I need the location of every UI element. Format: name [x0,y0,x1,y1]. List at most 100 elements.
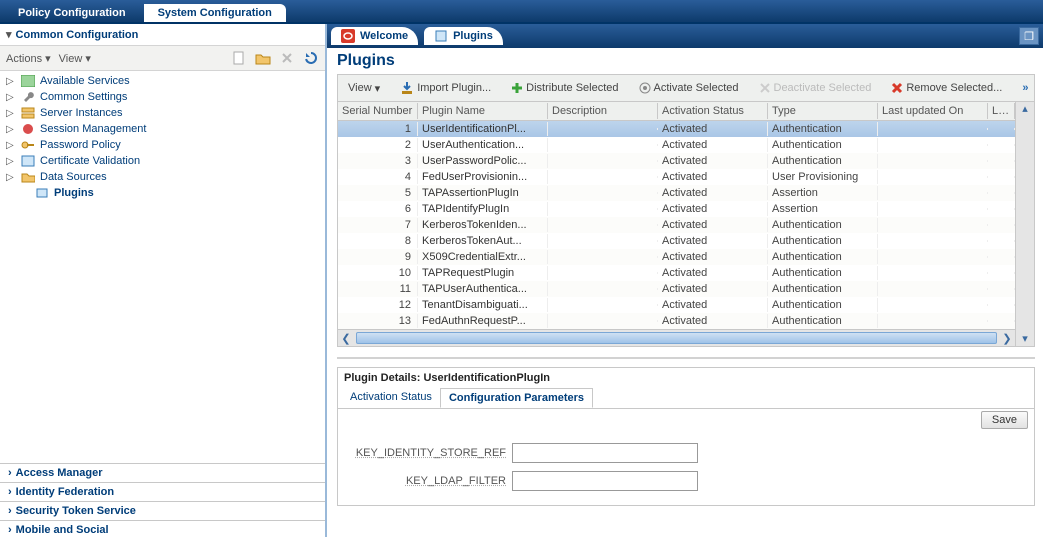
tab-activation-status[interactable]: Activation Status [342,388,440,408]
tab-policy-configuration[interactable]: Policy Configuration [4,4,140,22]
cell-act: Activated [658,250,768,264]
tab-system-configuration[interactable]: System Configuration [144,4,286,22]
cell-desc [548,128,658,130]
col-description[interactable]: Description [548,103,658,119]
tree-common-settings[interactable]: ▷Common Settings [0,89,325,105]
import-plugin-button[interactable]: Import Plugin... [394,79,497,97]
cell-sn: 12 [338,298,418,312]
param-ldap-filter: KEY_LDAP_FILTER [346,471,1026,491]
plugins-grid: View ▾ Import Plugin... Distribute Selec… [337,74,1035,347]
table-row[interactable]: 6TAPIdentifyPlugInActivatedAssertion [338,201,1015,217]
scroll-thumb[interactable] [356,332,997,344]
table-row[interactable]: 1UserIdentificationPl...ActivatedAuthent… [338,121,1015,137]
col-last-updated-on[interactable]: Last updated On [878,103,988,119]
server-icon [20,106,36,120]
cell-type: Assertion [768,202,878,216]
sidebar-toolbar: Actions ▾ View ▾ [0,46,325,71]
grid-toolbar: View ▾ Import Plugin... Distribute Selec… [338,75,1034,102]
cell-desc [548,256,658,258]
acc-identity-federation[interactable]: ›Identity Federation [0,482,325,501]
cell-lu2 [988,272,1015,274]
cell-lu2 [988,320,1015,322]
scroll-left-icon[interactable]: ❮ [338,332,354,345]
tree-password-policy[interactable]: ▷Password Policy [0,137,325,153]
tree-certificate-validation[interactable]: ▷Certificate Validation [0,153,325,169]
folder-open-icon[interactable] [253,48,273,68]
col-plugin-name[interactable]: Plugin Name [418,103,548,119]
cell-sn: 3 [338,154,418,168]
table-row[interactable]: 9X509CredentialExtr...ActivatedAuthentic… [338,249,1015,265]
col-last-updated[interactable]: Last updated [988,103,1015,119]
cell-lu2 [988,240,1015,242]
tree-data-sources[interactable]: ▷Data Sources [0,169,325,185]
distribute-selected-button[interactable]: Distribute Selected [505,80,624,96]
sidebar-panel-title[interactable]: ▾ Common Configuration [0,24,325,46]
save-button[interactable]: Save [981,411,1028,429]
cell-name: UserPasswordPolic... [418,154,548,168]
chevron-right-icon: › [8,467,12,479]
horizontal-scrollbar[interactable]: ❮ ❯ [338,329,1015,346]
ldap-filter-input[interactable] [512,471,698,491]
cell-type: Authentication [768,234,878,248]
cell-sn: 7 [338,218,418,232]
col-serial-number[interactable]: Serial Number [338,103,418,119]
delete-icon[interactable] [277,48,297,68]
cell-desc [548,320,658,322]
view-menu[interactable]: View ▾ [57,52,93,65]
table-row[interactable]: 8KerberosTokenAut...ActivatedAuthenticat… [338,233,1015,249]
table-row[interactable]: 12TenantDisambiguati...ActivatedAuthenti… [338,297,1015,313]
col-activation-status[interactable]: Activation Status [658,103,768,119]
deactivate-selected-button[interactable]: Deactivate Selected [753,80,878,96]
cell-type: Assertion [768,186,878,200]
tree-available-services[interactable]: ▷Available Services [0,73,325,89]
col-type[interactable]: Type [768,103,878,119]
cell-sn: 8 [338,234,418,248]
plugin-icon [434,29,448,43]
certificate-icon [20,154,36,168]
table-row[interactable]: 7KerberosTokenIden...ActivatedAuthentica… [338,217,1015,233]
table-row[interactable]: 11TAPUserAuthentica...ActivatedAuthentic… [338,281,1015,297]
scroll-down-icon[interactable]: ▾ [1022,332,1028,346]
cell-sn: 5 [338,186,418,200]
cell-desc [548,304,658,306]
cell-sn: 4 [338,170,418,184]
service-icon [20,74,36,88]
table-row[interactable]: 2UserAuthentication...ActivatedAuthentic… [338,137,1015,153]
tab-configuration-parameters[interactable]: Configuration Parameters [440,388,593,408]
more-actions-icon[interactable]: » [1016,80,1034,96]
grid-view-menu[interactable]: View ▾ [342,80,386,97]
identity-store-ref-input[interactable] [512,443,698,463]
table-row[interactable]: 5TAPAssertionPlugInActivatedAssertion [338,185,1015,201]
acc-access-manager[interactable]: ›Access Manager [0,463,325,482]
cell-type: Authentication [768,266,878,280]
remove-selected-button[interactable]: Remove Selected... [885,80,1008,96]
table-row[interactable]: 10TAPRequestPluginActivatedAuthenticatio… [338,265,1015,281]
cell-type: Authentication [768,122,878,136]
acc-mobile-and-social[interactable]: ›Mobile and Social [0,520,325,537]
cell-type: Authentication [768,154,878,168]
cell-name: TAPRequestPlugin [418,266,548,280]
tab-welcome[interactable]: Welcome [331,27,418,45]
table-row[interactable]: 4FedUserProvisionin...ActivatedUser Prov… [338,169,1015,185]
acc-security-token-service[interactable]: ›Security Token Service [0,501,325,520]
table-row[interactable]: 3UserPasswordPolic... ActivatedAuthentica… [338,153,1015,169]
refresh-icon[interactable] [301,48,321,68]
content-area: Welcome Plugins ❐ Plugins View ▾ Import … [327,24,1043,537]
tree-session-management[interactable]: ▷Session Management [0,121,325,137]
splitter[interactable] [337,357,1035,367]
tab-plugins[interactable]: Plugins [424,27,503,45]
tree-server-instances[interactable]: ▷Server Instances [0,105,325,121]
cell-name: TAPAssertionPlugIn [418,186,548,200]
table-row[interactable]: 13FedAuthnRequestP...ActivatedAuthentica… [338,313,1015,329]
restore-window-icon[interactable]: ❐ [1019,27,1039,45]
new-icon[interactable] [229,48,249,68]
cell-act: Activated [658,154,768,168]
tree-plugins[interactable]: Plugins [0,185,325,201]
chevron-right-icon: › [8,505,12,517]
actions-menu[interactable]: Actions ▾ [4,52,53,65]
cell-name: FedAuthnRequestP... [418,314,548,328]
scroll-up-icon[interactable]: ▴ [1022,102,1028,116]
activate-selected-button[interactable]: Activate Selected [633,80,745,96]
vertical-scrollbar[interactable]: ▴ ▾ [1015,102,1034,346]
scroll-right-icon[interactable]: ❯ [999,332,1015,345]
